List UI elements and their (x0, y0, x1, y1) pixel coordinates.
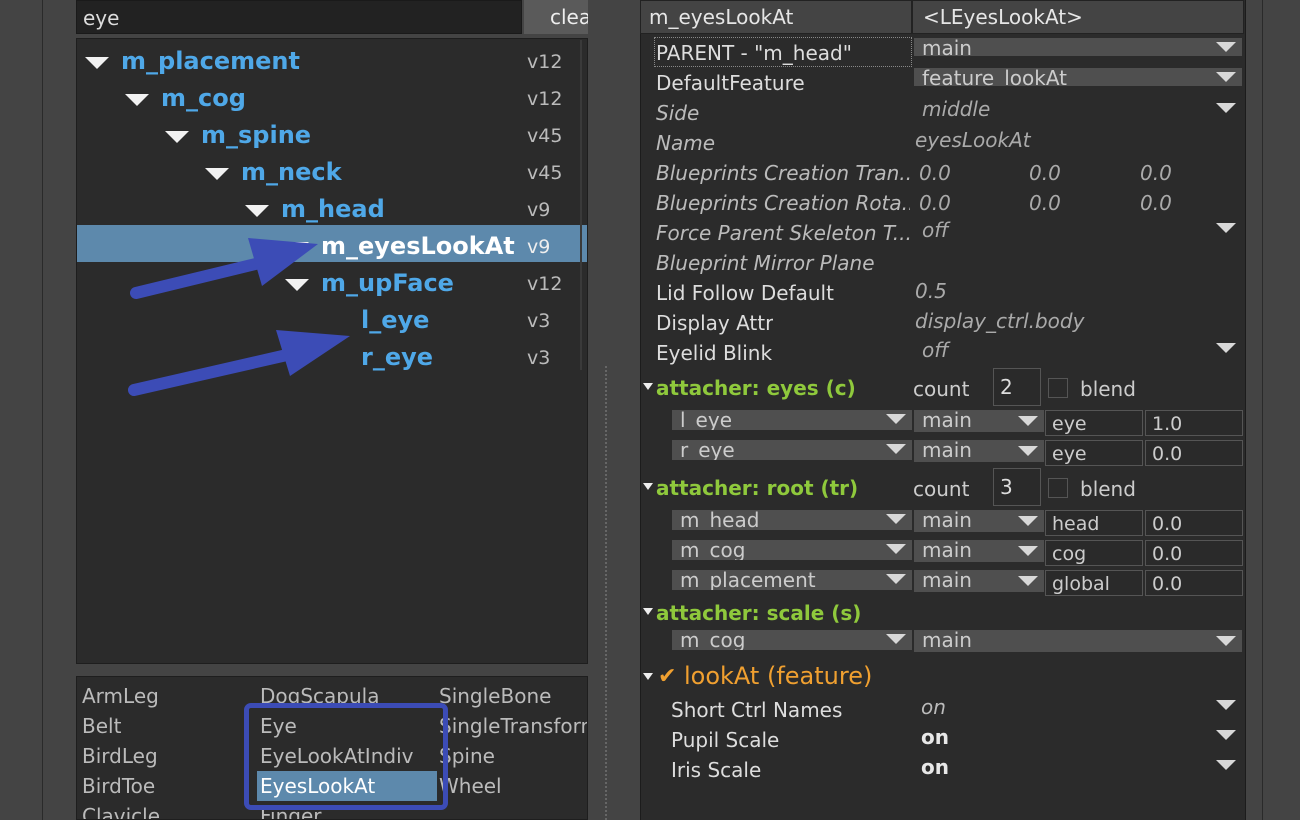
chevron-down-icon[interactable] (1216, 72, 1236, 82)
attacher-name-field[interactable]: eye (1045, 410, 1143, 436)
collapse-triangle-icon[interactable] (643, 383, 653, 390)
feature-short-ctrl-value[interactable]: on (921, 695, 946, 719)
bp-trans-x[interactable]: 0.0 (919, 161, 951, 185)
attacher-name-field[interactable]: global (1045, 570, 1143, 596)
force-parent-value[interactable]: off (922, 218, 949, 242)
chevron-down-icon[interactable] (1018, 516, 1038, 526)
chevron-down-icon[interactable] (886, 514, 906, 524)
library-item[interactable]: SingleTransform (436, 711, 587, 741)
chevron-down-icon[interactable] (1216, 760, 1236, 770)
parent-dropdown[interactable]: main (914, 38, 1242, 56)
library-item[interactable]: Belt (79, 711, 121, 741)
chevron-down-icon[interactable] (1216, 42, 1236, 52)
attacher-scale-title: attacher: scale (s) (656, 601, 862, 625)
attacher-weight-field[interactable]: 0.0 (1145, 440, 1243, 466)
feature-iris-scale-value[interactable]: on (921, 755, 949, 779)
chevron-down-icon[interactable] (1018, 576, 1038, 586)
chevron-down-icon[interactable] (1018, 546, 1038, 556)
chevron-down-icon[interactable] (886, 574, 906, 584)
chevron-down-icon[interactable] (1216, 223, 1236, 233)
chevron-down-icon[interactable] (886, 414, 906, 424)
bp-rot-label: Blueprints Creation Rota... (656, 191, 910, 215)
side-value[interactable]: middle (922, 97, 990, 121)
collapse-triangle-icon[interactable] (643, 608, 653, 615)
chevron-down-icon[interactable] (1216, 700, 1236, 710)
right-edge-divider (1262, 0, 1263, 820)
blend-checkbox[interactable] (1048, 478, 1068, 498)
attacher-eyes-title: attacher: eyes (c) (656, 376, 856, 400)
bp-trans-z[interactable]: 0.0 (1140, 161, 1172, 185)
collapse-triangle-icon[interactable] (643, 673, 653, 680)
bp-trans-label: Blueprints Creation Tran... (656, 161, 910, 185)
chevron-down-icon[interactable] (1216, 636, 1236, 646)
component-name-header: m_eyesLookAt (640, 0, 912, 34)
blend-checkbox[interactable] (1048, 378, 1068, 398)
attacher-name-field[interactable]: head (1045, 510, 1143, 536)
attacher-weight-field[interactable]: 1.0 (1145, 410, 1243, 436)
display-attr-label: Display Attr (656, 311, 774, 335)
chevron-down-icon[interactable] (886, 444, 906, 454)
lid-follow-label: Lid Follow Default (656, 281, 834, 305)
mirror-plane-label: Blueprint Mirror Plane (656, 251, 875, 275)
chevron-down-icon[interactable] (886, 634, 906, 644)
blend-label: blend (1080, 377, 1136, 401)
attacher-name-field[interactable]: cog (1045, 540, 1143, 566)
library-item[interactable]: BirdToe (79, 771, 155, 801)
count-label: count (913, 377, 970, 401)
feature-iris-scale-label: Iris Scale (671, 758, 762, 782)
attacher-weight-field[interactable]: 0.0 (1145, 570, 1243, 596)
count-field[interactable]: 2 (993, 368, 1041, 406)
force-parent-label: Force Parent Skeleton T... (656, 221, 910, 245)
splitter-handle[interactable] (605, 366, 607, 820)
attacher-target-dropdown[interactable]: m_placement (672, 570, 912, 590)
lid-follow-value[interactable]: 0.5 (915, 279, 947, 303)
bp-rot-y[interactable]: 0.0 (1029, 191, 1061, 215)
name-value[interactable]: eyesLookAt (915, 128, 1031, 152)
bp-trans-y[interactable]: 0.0 (1029, 161, 1061, 185)
attacher-space-dropdown[interactable]: main (914, 630, 1242, 652)
default-feature-label: DefaultFeature (656, 71, 805, 95)
library-item[interactable]: SingleBone (436, 681, 551, 711)
chevron-down-icon[interactable] (1216, 103, 1236, 113)
annotation-arrow-icon (130, 238, 318, 299)
display-attr-value[interactable]: display_ctrl.body (915, 309, 1084, 333)
library-item[interactable]: Clavicle (79, 801, 160, 819)
parent-label: PARENT - "m_head" (656, 41, 852, 65)
attacher-root-title: attacher: root (tr) (656, 476, 859, 500)
name-label: Name (656, 131, 716, 155)
collapse-triangle-icon[interactable] (643, 483, 653, 490)
attacher-name-field[interactable]: eye (1045, 440, 1143, 466)
annotation-arrow-icon (128, 330, 350, 396)
chevron-down-icon[interactable] (886, 544, 906, 554)
feature-pupil-scale-value[interactable]: on (921, 725, 949, 749)
attacher-target-dropdown[interactable]: m_cog (672, 540, 912, 560)
chevron-down-icon[interactable] (1216, 343, 1236, 353)
eyelid-blink-value[interactable]: off (922, 338, 949, 362)
library-item[interactable]: BirdLeg (79, 741, 158, 771)
attacher-weight-field[interactable]: 0.0 (1145, 510, 1243, 536)
attacher-weight-field[interactable]: 0.0 (1145, 540, 1243, 566)
attacher-target-dropdown[interactable]: l_eye (672, 410, 912, 430)
bp-rot-x[interactable]: 0.0 (919, 191, 951, 215)
attacher-target-dropdown[interactable]: m_cog (672, 630, 912, 650)
annotation-highlight-box (244, 703, 448, 810)
checkmark-icon[interactable]: ✔ (658, 664, 676, 689)
blend-label: blend (1080, 477, 1136, 501)
feature-pupil-scale-label: Pupil Scale (671, 728, 780, 752)
side-label: Side (656, 101, 700, 125)
chevron-down-icon[interactable] (1216, 730, 1236, 740)
library-item[interactable]: ArmLeg (79, 681, 159, 711)
attacher-target-dropdown[interactable]: r_eye (672, 440, 912, 460)
default-feature-dropdown[interactable]: feature_lookAt (914, 68, 1242, 86)
bp-rot-z[interactable]: 0.0 (1140, 191, 1172, 215)
count-field[interactable]: 3 (993, 468, 1041, 506)
component-type-header: <LEyesLookAt> (912, 0, 1244, 34)
feature-title: lookAt (feature) (684, 662, 873, 690)
feature-short-ctrl-label: Short Ctrl Names (671, 698, 843, 722)
chevron-down-icon[interactable] (1018, 416, 1038, 426)
chevron-down-icon[interactable] (1018, 446, 1038, 456)
attacher-target-dropdown[interactable]: m_head (672, 510, 912, 530)
eyelid-blink-label: Eyelid Blink (656, 341, 773, 365)
count-label: count (913, 477, 970, 501)
